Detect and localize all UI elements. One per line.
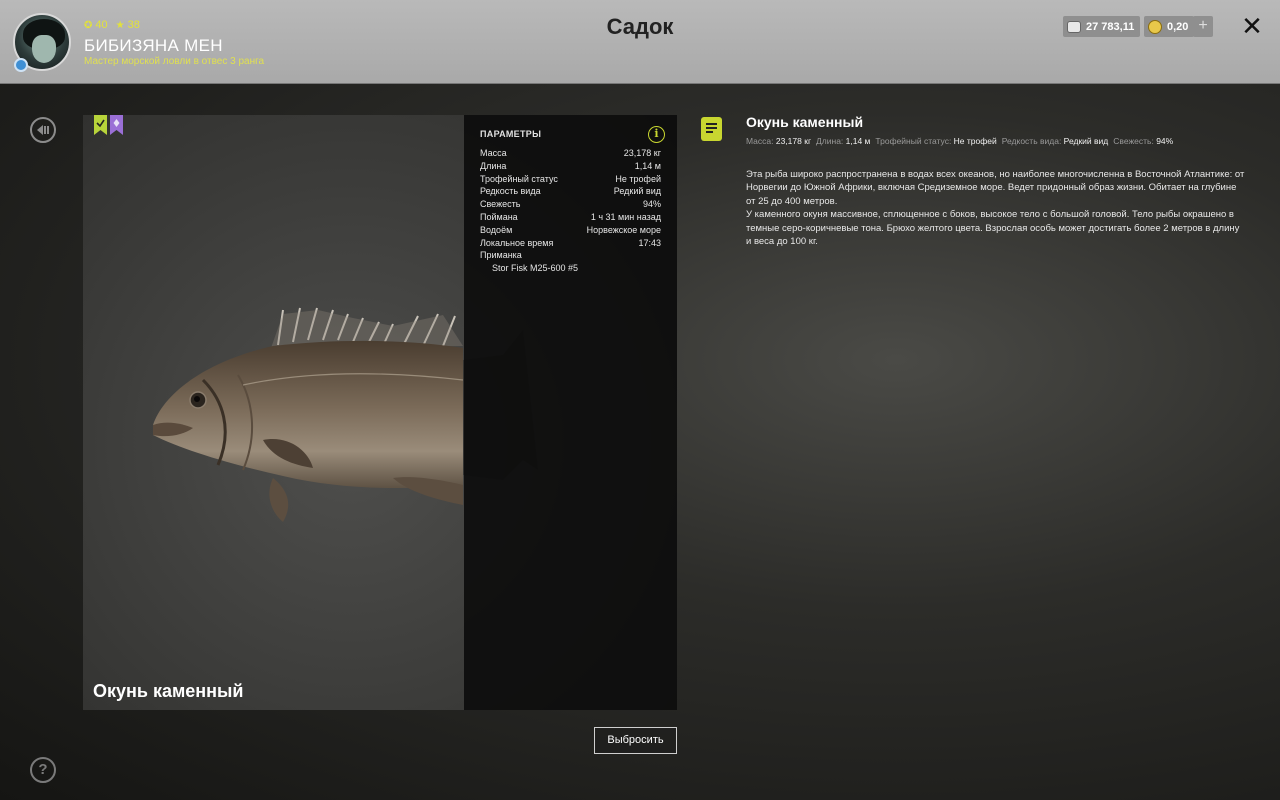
param-label: Локальное время (480, 237, 554, 248)
param-label: Масса (480, 148, 507, 158)
back-button[interactable] (30, 117, 56, 143)
param-value: 1,14 м (634, 160, 661, 171)
meta-label: Свежесть: (1113, 136, 1157, 146)
param-label: Поймана (480, 211, 518, 222)
param-row: Приманка (480, 249, 661, 262)
param-label: Редкость вида (480, 186, 541, 197)
description-paragraph: Эта рыба широко распространена в водах в… (746, 169, 1245, 207)
meta-value: 23,178 кг (775, 136, 812, 146)
meta-label: Редкость вида: (1001, 136, 1064, 146)
param-row: Длина 1,14 м (480, 160, 661, 173)
purple-bookmark-icon[interactable] (110, 115, 123, 135)
params-panel: ПАРАМЕТРЫ i Масса 23,178 кг Длина 1,14 м Тро… (464, 115, 677, 710)
param-label: Приманка (480, 250, 522, 261)
gold-value: 0,20 (1167, 20, 1189, 33)
bait-value: Stor Fisk M25-600 #5 (492, 263, 579, 274)
silver-coin-icon (1067, 20, 1081, 33)
meta-label: Масса: (746, 136, 776, 146)
info-icon[interactable]: i (648, 126, 665, 143)
description-paragraph: У каменного окуня массивное, сплющенное … (746, 209, 1240, 248)
add-gold-button[interactable]: + (1193, 16, 1213, 37)
top-bar: ✪ 40 ★ 38 БИБИЗЯНА МЕН Мастер морской ловл… (0, 0, 1280, 84)
param-row: Масса 23,178 кг (480, 147, 661, 160)
help-button[interactable]: ? (30, 757, 56, 783)
close-button[interactable]: ✕ (1238, 12, 1266, 40)
param-value: Редкий вид (613, 186, 661, 197)
meta-value: Не трофей (953, 136, 997, 146)
gold-coin-icon (1148, 19, 1162, 34)
param-value: Норвежское море (586, 224, 661, 235)
meta-label: Длина: (816, 136, 846, 146)
meta-value: 1,14 м (845, 136, 871, 146)
params-title: ПАРАМЕТРЫ (480, 129, 542, 139)
description-title: Окунь каменный (746, 114, 864, 130)
param-value: 94% (642, 199, 661, 210)
fish-panel: Окунь каменный ПАРАМЕТРЫ i Масса 23,178 к… (83, 115, 677, 710)
document-icon (701, 117, 722, 141)
param-value: 23,178 кг (623, 148, 661, 158)
description-meta: Масса: 23,178 кг Длина: 1,14 м Трофейный с… (746, 136, 1178, 146)
back-arrow-icon (37, 125, 49, 135)
player-rank: Мастер морской ловли в отвес 3 ранга (84, 56, 265, 67)
silver-balance: 27 783,11 (1063, 16, 1141, 37)
params-list: Масса 23,178 кг Длина 1,14 м Трофейный стату… (480, 147, 661, 262)
param-row: Водоём Норвежское море (480, 224, 661, 237)
fish-name-caption: Окунь каменный (93, 681, 244, 701)
param-label: Длина (480, 160, 507, 171)
question-icon: ? (38, 761, 48, 778)
param-value: 1 ч 31 мин назад (590, 211, 661, 222)
param-row: Редкость вида Редкий вид (480, 185, 661, 198)
param-row: Трофейный статус Не трофей (480, 173, 661, 186)
silver-value: 27 783,11 (1086, 20, 1135, 33)
param-label: Трофейный статус (480, 173, 558, 184)
gold-balance: 0,20 (1144, 16, 1195, 37)
discard-button[interactable]: Выбросить (594, 727, 677, 754)
param-row: Поймана 1 ч 31 мин назад (480, 211, 661, 224)
meta-value: Редкий вид (1063, 136, 1109, 146)
param-row: Свежесть 94% (480, 198, 661, 211)
param-label: Свежесть (480, 199, 521, 210)
green-bookmark-icon[interactable] (94, 115, 107, 135)
meta-label: Трофейный статус: (875, 136, 954, 146)
param-value: 17:43 (638, 237, 661, 248)
description-text: Эта рыба широко распространена в водах в… (746, 168, 1246, 248)
param-label: Водоём (480, 224, 513, 235)
meta-value: 94% (1156, 136, 1174, 146)
param-row: Локальное время 17:43 (480, 237, 661, 250)
avatar-badge-icon (14, 58, 28, 72)
param-value: Не трофей (615, 173, 661, 184)
